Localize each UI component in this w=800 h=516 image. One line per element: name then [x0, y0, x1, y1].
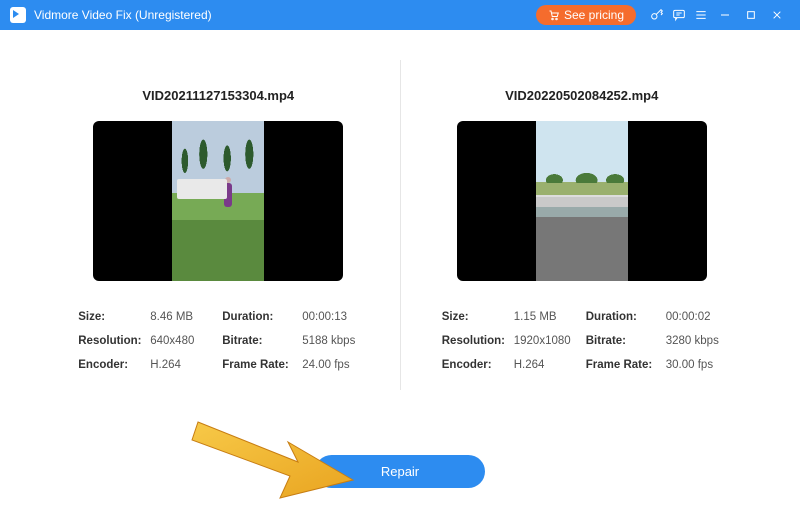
meta-label: Bitrate: — [222, 335, 302, 347]
meta-label: Frame Rate: — [222, 359, 302, 371]
meta-label: Encoder: — [442, 359, 514, 371]
source-thumbnail-image — [172, 121, 264, 281]
sample-metadata: Size: 1.15 MB Duration: 00:00:02 Resolut… — [442, 311, 722, 371]
meta-label: Duration: — [586, 311, 666, 323]
source-video-panel: VID20211127153304.mp4 Size: 8.46 MB Dura… — [55, 60, 382, 390]
title-bar: Vidmore Video Fix (Unregistered) See pri… — [0, 0, 800, 30]
see-pricing-label: See pricing — [564, 8, 624, 22]
source-metadata: Size: 8.46 MB Duration: 00:00:13 Resolut… — [78, 311, 358, 371]
key-icon[interactable] — [646, 4, 668, 26]
meta-value: 00:00:13 — [302, 311, 358, 323]
meta-value: 5188 kbps — [302, 335, 358, 347]
meta-label: Size: — [78, 311, 150, 323]
menu-icon[interactable] — [690, 4, 712, 26]
cart-icon — [548, 9, 560, 21]
app-logo-icon — [10, 7, 26, 23]
action-bar: Repair — [0, 455, 800, 488]
repair-button[interactable]: Repair — [315, 455, 485, 488]
meta-label: Bitrate: — [586, 335, 666, 347]
meta-value: H.264 — [150, 359, 222, 371]
meta-label: Encoder: — [78, 359, 150, 371]
meta-label: Frame Rate: — [586, 359, 666, 371]
meta-value: 3280 kbps — [666, 335, 722, 347]
meta-value: 1920x1080 — [514, 335, 586, 347]
meta-label: Duration: — [222, 311, 302, 323]
sample-thumbnail-image — [536, 121, 628, 281]
meta-value: 00:00:02 — [666, 311, 722, 323]
feedback-icon[interactable] — [668, 4, 690, 26]
sample-thumbnail — [457, 121, 707, 281]
meta-label: Size: — [442, 311, 514, 323]
minimize-button[interactable] — [712, 4, 738, 26]
panel-divider — [400, 60, 401, 390]
meta-value: 1.15 MB — [514, 311, 586, 323]
meta-label: Resolution: — [442, 335, 514, 347]
source-thumbnail — [93, 121, 343, 281]
sample-filename: VID20220502084252.mp4 — [505, 88, 658, 103]
meta-value: 24.00 fps — [302, 359, 358, 371]
app-title: Vidmore Video Fix (Unregistered) — [34, 8, 212, 22]
main-content: VID20211127153304.mp4 Size: 8.46 MB Dura… — [0, 30, 800, 390]
see-pricing-button[interactable]: See pricing — [536, 5, 636, 25]
close-button[interactable] — [764, 4, 790, 26]
maximize-button[interactable] — [738, 4, 764, 26]
meta-value: 30.00 fps — [666, 359, 722, 371]
meta-label: Resolution: — [78, 335, 150, 347]
meta-value: 8.46 MB — [150, 311, 222, 323]
sample-video-panel: VID20220502084252.mp4 Size: 1.15 MB Dura… — [419, 60, 746, 390]
meta-value: 640x480 — [150, 335, 222, 347]
meta-value: H.264 — [514, 359, 586, 371]
source-filename: VID20211127153304.mp4 — [142, 88, 294, 103]
